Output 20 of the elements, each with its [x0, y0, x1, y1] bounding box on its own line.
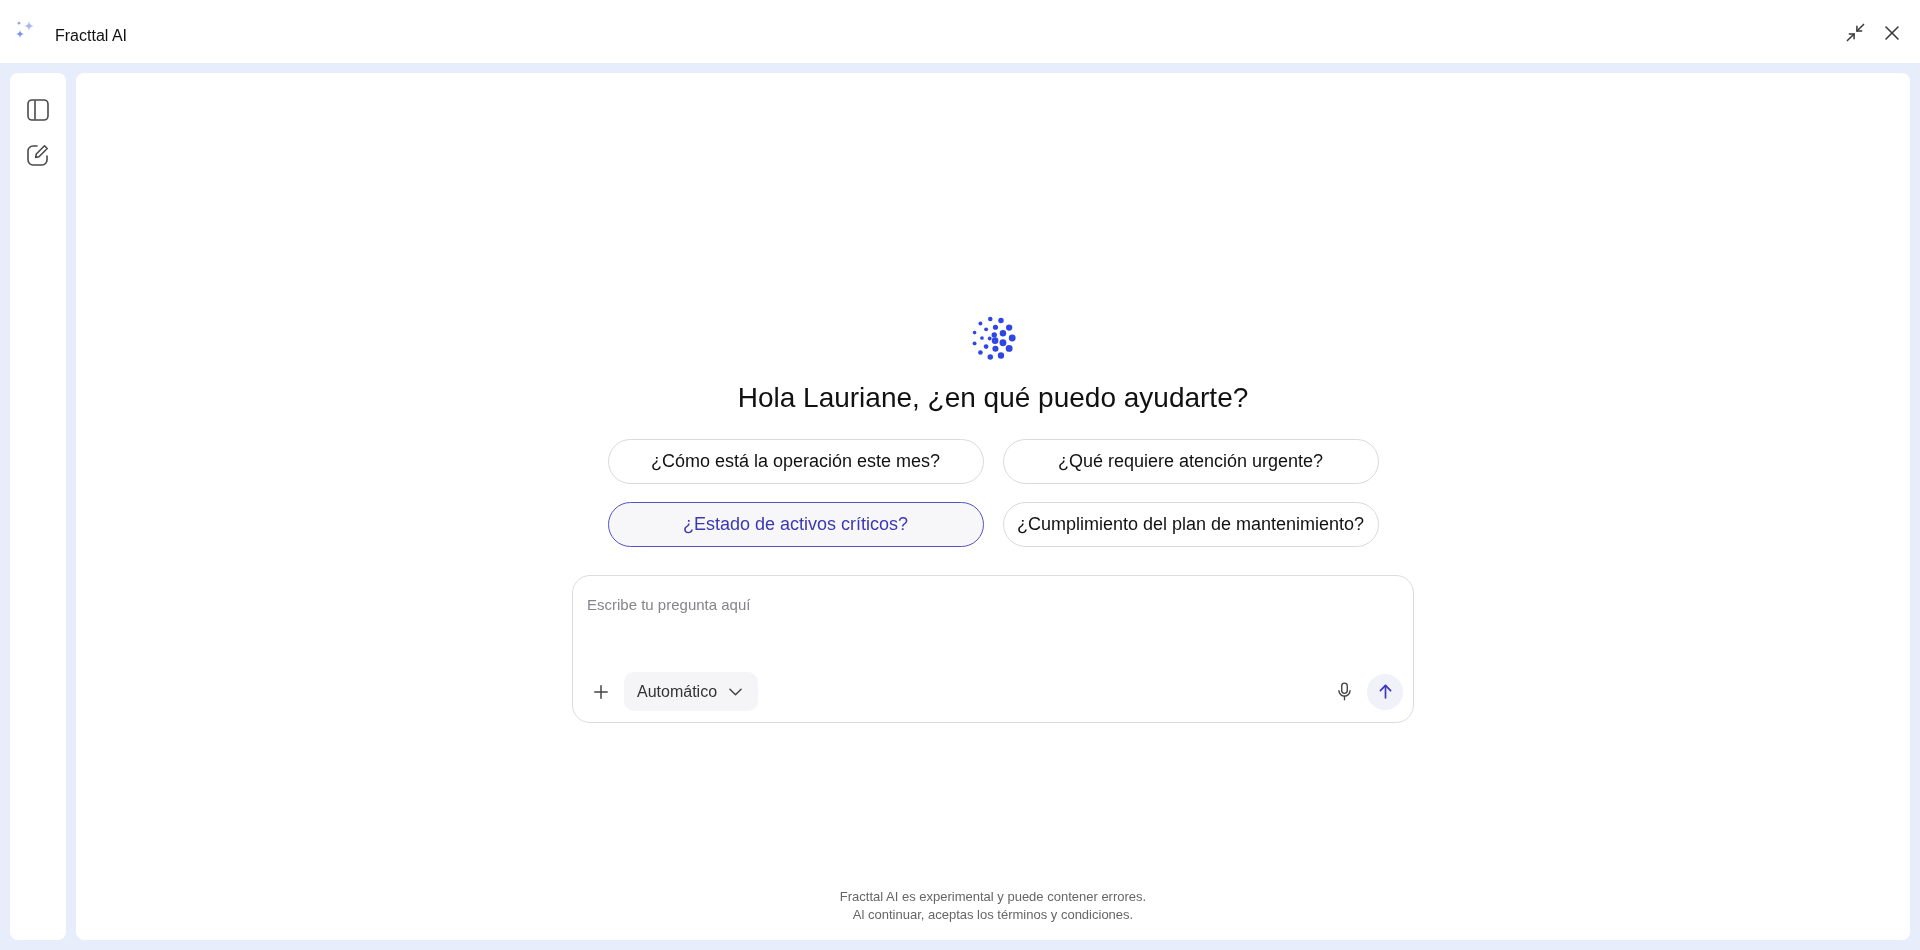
suggestion-chip[interactable]: ¿Qué requiere atención urgente? [1002, 439, 1379, 484]
disclaimer-text: Al continuar, aceptas los términos y condiciones. [851, 906, 1135, 924]
send-button[interactable] [1367, 673, 1403, 710]
model-dropdown[interactable]: Automático [624, 672, 759, 711]
suggestion-chip[interactable]: ¿Estado de activos críticos? [607, 502, 984, 547]
close-icon[interactable] [1885, 25, 1899, 40]
greeting-heading: Hola Lauriane, ¿en qué puedo ayudarte? [737, 381, 1249, 415]
arrow-up-icon [1378, 684, 1392, 699]
disclaimer-text: Fracttal AI es experimental y puede contener errores. [838, 888, 1148, 906]
edit-icon[interactable] [27, 144, 49, 166]
suggestion-chip[interactable]: ¿Cómo está la operación este mes? [607, 439, 984, 484]
plus-icon[interactable] [594, 684, 608, 699]
microphone-icon[interactable] [1337, 682, 1351, 701]
chevron-down-icon [729, 687, 743, 696]
message-composer[interactable]: Escribe tu pregunta aquí Automático [572, 575, 1414, 723]
suggestion-chip[interactable]: ¿Cumplimiento del plan de mantenimiento? [1002, 502, 1379, 547]
app-title: Fracttal AI [55, 26, 128, 45]
collapse-icon[interactable] [1846, 23, 1865, 42]
sidebar-toggle-icon[interactable] [27, 99, 49, 121]
question-input[interactable]: Escribe tu pregunta aquí [573, 576, 1413, 672]
